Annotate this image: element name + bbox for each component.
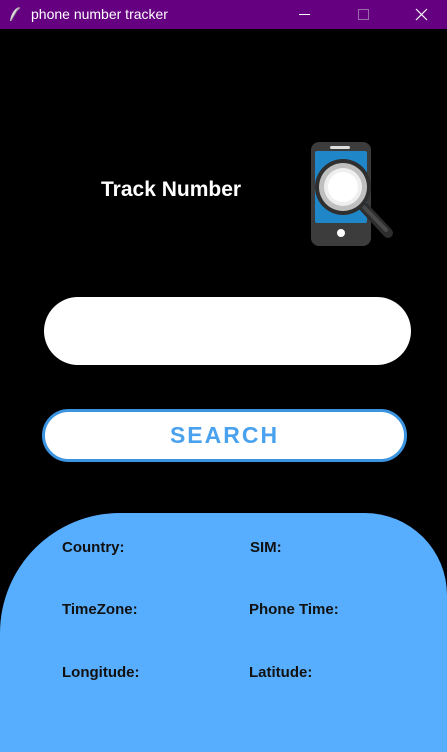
maximize-icon [358,9,369,20]
page-title: Track Number [101,178,242,201]
window-title: phone number tracker [31,6,168,22]
phone-magnifier-icon [311,142,393,246]
window-titlebar: phone number tracker [0,0,447,29]
longitude-label: Longitude: [62,664,140,681]
feather-app-icon [10,6,20,22]
close-button[interactable] [398,0,444,29]
minimize-button[interactable] [281,0,327,29]
phone-number-input[interactable] [44,297,411,365]
country-label: Country: [62,539,125,556]
search-button[interactable]: SEARCH [42,409,407,462]
phone-time-label: Phone Time: [249,601,339,618]
latitude-label: Latitude: [249,664,313,681]
minimize-icon [299,14,310,15]
close-icon [415,8,428,21]
timezone-label: TimeZone: [62,601,138,618]
maximize-button[interactable] [340,0,386,29]
sim-label: SIM: [250,539,282,556]
